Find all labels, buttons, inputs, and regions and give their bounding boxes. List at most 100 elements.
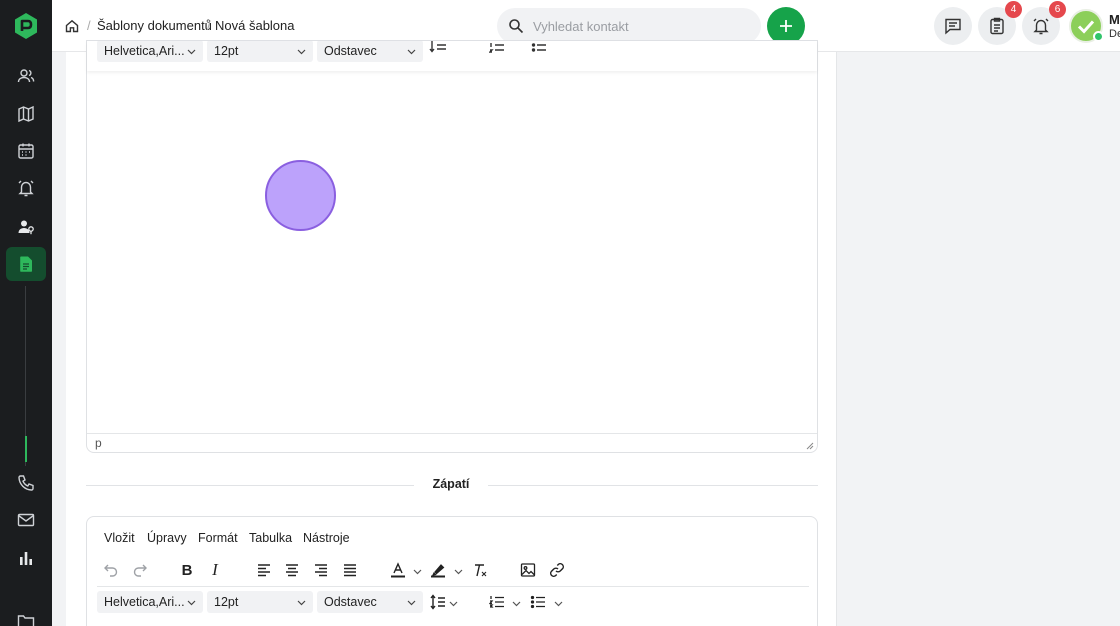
redo-button[interactable] — [131, 561, 149, 579]
chevron-down-icon — [407, 49, 416, 55]
messages-button[interactable] — [934, 7, 972, 45]
font-size-select[interactable]: 12pt — [207, 591, 313, 613]
element-path[interactable]: p — [95, 436, 102, 450]
chevron-down-icon[interactable] — [554, 599, 563, 608]
chevron-down-icon[interactable] — [449, 599, 458, 608]
block-format-select[interactable]: Odstavec — [317, 591, 423, 613]
sidebar-item-user-settings[interactable] — [6, 210, 46, 244]
chevron-down-icon — [187, 600, 196, 606]
bold-button[interactable]: B — [178, 561, 196, 579]
font-size-value: 12pt — [214, 595, 239, 609]
align-center-icon — [286, 564, 298, 577]
document-icon — [20, 256, 32, 272]
online-status-dot — [1093, 31, 1104, 42]
clear-format-icon — [475, 564, 487, 577]
justify-icon — [344, 564, 356, 577]
section-divider — [488, 485, 818, 486]
breadcrumb-separator: / — [207, 18, 211, 33]
align-left-icon — [258, 564, 270, 577]
menu-tools[interactable]: Nástroje — [303, 531, 350, 545]
font-family-select[interactable]: Helvetica,Ari... — [97, 41, 203, 62]
numbered-list-button[interactable] — [488, 593, 506, 611]
chevron-down-icon[interactable] — [413, 567, 422, 576]
section-divider — [86, 485, 414, 486]
numbered-list-icon[interactable] — [489, 41, 505, 55]
user-role: De — [1109, 28, 1120, 40]
line-height-button[interactable] — [429, 593, 447, 611]
block-format-value: Odstavec — [324, 595, 377, 609]
sidebar-item-calendar[interactable] — [6, 134, 46, 168]
undo-button[interactable] — [102, 561, 120, 579]
phone-icon — [18, 475, 34, 491]
folder-icon — [17, 615, 35, 626]
sidebar-scroll-indicator[interactable] — [25, 436, 27, 462]
app-logo-icon[interactable] — [13, 12, 39, 40]
align-right-button[interactable] — [312, 561, 330, 579]
justify-button[interactable] — [341, 561, 359, 579]
sidebar-item-reminders[interactable] — [6, 171, 46, 205]
line-height-icon — [430, 594, 445, 610]
align-center-button[interactable] — [283, 561, 301, 579]
right-side-panel — [836, 52, 1120, 626]
pointer-indicator — [265, 160, 336, 231]
resize-handle-icon[interactable] — [806, 442, 814, 450]
font-family-value: Helvetica,Ari... — [104, 595, 185, 609]
menu-table[interactable]: Tabulka — [249, 531, 292, 545]
breadcrumb-templates[interactable]: Šablony dokumentů — [97, 18, 212, 33]
text-color-button[interactable] — [389, 561, 407, 579]
chevron-down-icon — [297, 49, 306, 55]
sidebar-item-files[interactable] — [6, 604, 46, 626]
header-editor-toolbar: Helvetica,Ari... 12pt Odstavec — [87, 41, 817, 71]
notifications-badge: 6 — [1049, 1, 1066, 18]
line-height-icon[interactable] — [429, 41, 447, 55]
bold-icon: B — [181, 561, 193, 579]
align-left-button[interactable] — [255, 561, 273, 579]
sidebar-item-statistics[interactable] — [6, 541, 46, 575]
footer-section-label: Zápatí — [432, 477, 470, 491]
breadcrumb-current: Nová šablona — [215, 18, 295, 33]
menu-edit[interactable]: Úpravy — [147, 531, 187, 545]
search-box[interactable] — [497, 8, 761, 44]
mail-icon — [17, 513, 35, 527]
breadcrumb-separator: / — [87, 18, 91, 33]
highlight-color-button[interactable] — [429, 561, 447, 579]
font-family-select[interactable]: Helvetica,Ari... — [97, 591, 203, 613]
search-icon — [509, 19, 524, 34]
font-size-value: 12pt — [214, 44, 239, 58]
font-size-select[interactable]: 12pt — [207, 41, 313, 62]
chevron-down-icon[interactable] — [454, 567, 463, 576]
sidebar — [0, 0, 52, 626]
clear-formatting-button[interactable] — [471, 561, 489, 579]
menu-format[interactable]: Formát — [198, 531, 238, 545]
footer-editor: Vložit Úpravy Formát Tabulka Nástroje B … — [86, 516, 818, 626]
sidebar-item-documents[interactable] — [6, 247, 46, 281]
numbered-list-icon — [489, 596, 504, 608]
tasks-badge: 4 — [1005, 1, 1022, 18]
bullet-list-icon — [530, 595, 545, 609]
insert-image-button[interactable] — [519, 561, 537, 579]
italic-button[interactable]: I — [206, 560, 224, 579]
bullet-list-button[interactable] — [529, 593, 547, 611]
calendar-icon — [18, 143, 34, 159]
menu-insert[interactable]: Vložit — [104, 531, 135, 545]
link-icon — [550, 563, 564, 577]
sidebar-item-contacts[interactable] — [6, 59, 46, 93]
editor-statusbar: p — [87, 433, 817, 453]
toolbar-divider — [97, 586, 809, 587]
text-color-icon — [391, 562, 405, 578]
bullet-list-icon[interactable] — [531, 41, 547, 55]
undo-icon — [104, 564, 118, 577]
italic-icon: I — [212, 560, 218, 579]
search-input[interactable] — [533, 16, 743, 36]
sidebar-item-mail[interactable] — [6, 503, 46, 537]
sidebar-item-map[interactable] — [6, 97, 46, 131]
insert-link-button[interactable] — [548, 561, 566, 579]
user-name[interactable]: M — [1109, 12, 1120, 27]
content-gutter — [52, 52, 66, 626]
chevron-down-icon[interactable] — [512, 599, 521, 608]
sidebar-item-phone[interactable] — [6, 466, 46, 500]
plus-icon — [780, 20, 792, 32]
block-format-select[interactable]: Odstavec — [317, 41, 423, 62]
highlighter-icon — [431, 564, 445, 578]
home-icon[interactable] — [65, 19, 79, 33]
